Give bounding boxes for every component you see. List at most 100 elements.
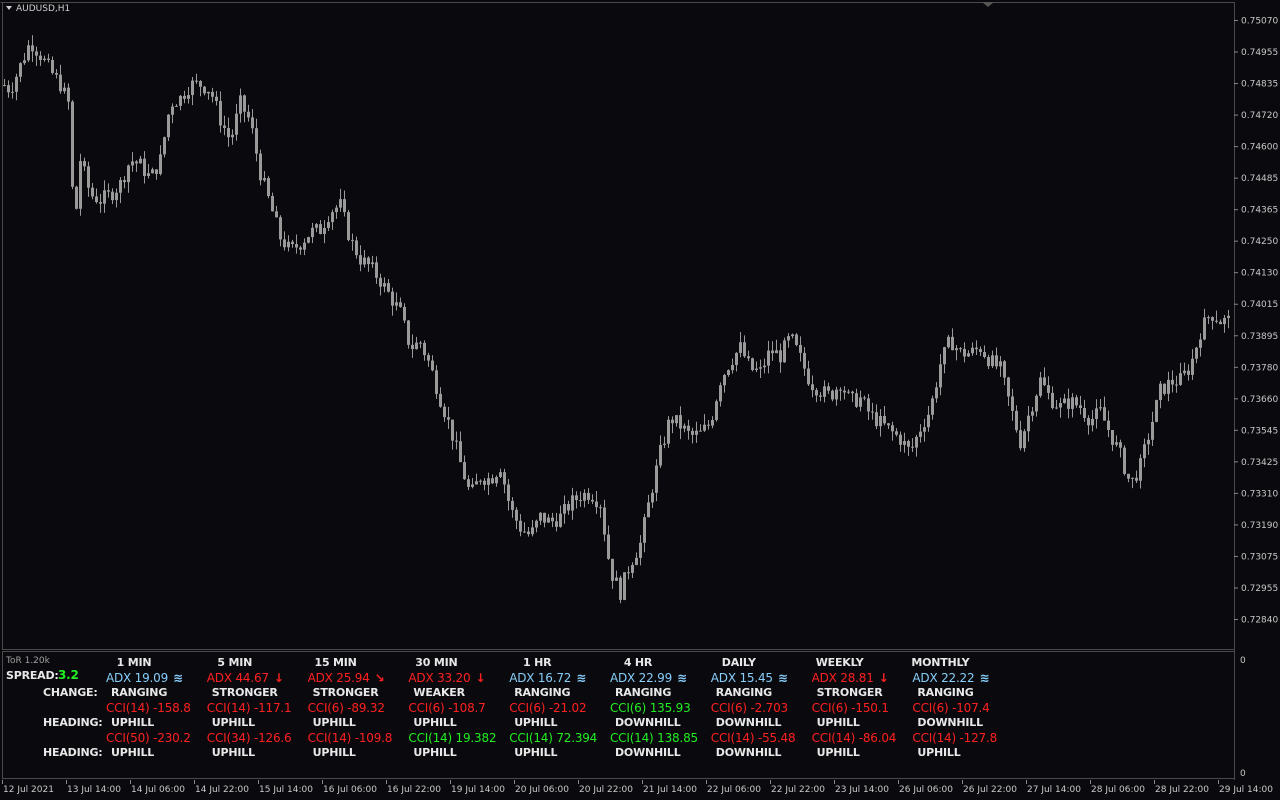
- candle-body: [135, 161, 138, 164]
- trend-state: STRONGER: [211, 686, 278, 699]
- candle-body: [1163, 383, 1166, 394]
- candle-body: [319, 224, 322, 234]
- price-tick-label: 0.73310: [1241, 489, 1278, 499]
- candle-body: [1119, 442, 1122, 448]
- candle-body: [687, 425, 690, 431]
- candle-body: [143, 158, 146, 176]
- candle-body: [543, 512, 546, 523]
- symbol-label[interactable]: AUDUSD,H1: [6, 4, 70, 14]
- candle-body: [587, 492, 590, 500]
- timeframe-header: 5 MIN: [217, 656, 253, 669]
- heading-value: DOWNHILL: [715, 716, 782, 729]
- candle-body: [895, 431, 898, 435]
- candle-body: [335, 207, 338, 213]
- time-tick-label: 19 Jul 14:00: [451, 785, 505, 795]
- candle-body: [299, 247, 302, 250]
- candle-body: [731, 364, 734, 371]
- candle-body: [639, 542, 642, 558]
- candle-body: [655, 465, 658, 493]
- candle-body: [1131, 477, 1134, 479]
- candle-body: [179, 95, 182, 106]
- candle-body: [1023, 431, 1026, 449]
- candle-body: [227, 127, 230, 138]
- cci-value: CCI(50) -230.2: [106, 731, 191, 745]
- candle-body: [819, 395, 822, 397]
- candle-body: [907, 441, 910, 447]
- candle-body: [1087, 417, 1090, 426]
- heading-value: UPHILL: [111, 716, 155, 729]
- candle-body: [951, 336, 954, 351]
- candle-body: [27, 45, 30, 61]
- indicator-tick-label: 0: [1240, 769, 1246, 779]
- candle-body: [555, 521, 558, 527]
- candle-body: [959, 348, 962, 350]
- arrow-down-icon: ↓: [273, 671, 284, 685]
- spread-label: SPREAD:: [6, 669, 59, 682]
- candle-body: [523, 531, 526, 533]
- candle-body: [527, 531, 530, 535]
- candle-body: [699, 430, 702, 432]
- candle-body: [431, 360, 434, 371]
- candle-body: [911, 446, 914, 448]
- trend-state: RANGING: [514, 686, 571, 699]
- candle-body: [619, 577, 622, 600]
- time-tick-label: 26 Jul 22:00: [963, 785, 1017, 795]
- candle-body: [351, 239, 354, 241]
- candle-body: [831, 390, 834, 400]
- candle-body: [219, 101, 222, 126]
- time-tick-label: 26 Jul 06:00: [899, 785, 953, 795]
- candle-body: [635, 557, 638, 565]
- candle-body: [379, 277, 382, 287]
- adx-value: ADX 22.99 ≋: [610, 671, 687, 685]
- candle-body: [667, 419, 670, 444]
- heading-value: UPHILL: [413, 746, 457, 759]
- heading-value: UPHILL: [514, 746, 558, 759]
- price-tick-label: 0.72955: [1241, 584, 1278, 594]
- price-tick-label: 0.73895: [1241, 332, 1278, 342]
- candle-body: [475, 481, 478, 485]
- change-label: CHANGE:: [43, 686, 98, 699]
- candle-body: [607, 534, 610, 559]
- candle-body: [403, 306, 406, 321]
- candle-body: [515, 509, 518, 521]
- collapse-arrow-icon: [6, 6, 12, 10]
- price-tick-label: 0.74250: [1241, 237, 1278, 247]
- timeframe-header: DAILY: [721, 656, 756, 669]
- candle-body: [283, 239, 286, 248]
- time-tick-label: 22 Jul 06:00: [707, 785, 761, 795]
- price-chart[interactable]: 0.75070 0.74955 0.74835 0.74720 0.74600 0.744…: [0, 0, 1280, 650]
- candle-body: [311, 227, 314, 238]
- candle-body: [835, 389, 838, 400]
- trend-state: STRONGER: [816, 686, 883, 699]
- candle-body: [651, 492, 654, 503]
- candle-body: [1047, 385, 1050, 393]
- cci-value: CCI(14) -127.8: [912, 731, 998, 745]
- candle-body: [1011, 396, 1014, 411]
- candle-body: [931, 398, 934, 415]
- candle-body: [131, 161, 134, 166]
- candle-body: [991, 355, 994, 367]
- candle-body: [463, 462, 466, 480]
- candle-body: [1223, 317, 1226, 325]
- candle-body: [327, 222, 330, 229]
- price-tick-label: 0.74130: [1241, 269, 1278, 279]
- candle-body: [631, 564, 634, 573]
- candle-body: [747, 356, 750, 359]
- mt4-chart-window: 0.75070 0.74955 0.74835 0.74720 0.74600 0.744…: [0, 0, 1280, 800]
- candle-body: [827, 386, 830, 391]
- indicator-window[interactable]: 00: [0, 650, 1280, 780]
- candle-body: [663, 443, 666, 445]
- candle-body: [803, 352, 806, 369]
- adx-value: ADX 44.67 ↓: [206, 671, 284, 685]
- candle-body: [727, 370, 730, 375]
- candle-body: [159, 154, 162, 174]
- candle-body: [507, 484, 510, 501]
- price-tick-label: 0.73780: [1241, 363, 1278, 373]
- candle-body: [983, 351, 986, 357]
- price-tick-label: 0.73545: [1241, 426, 1278, 436]
- candle-body: [215, 96, 218, 102]
- candle-body: [1203, 317, 1206, 340]
- candle-body: [487, 478, 490, 485]
- price-tick-label: 0.73190: [1241, 521, 1278, 531]
- cci-value: CCI(6) -21.02: [509, 701, 587, 715]
